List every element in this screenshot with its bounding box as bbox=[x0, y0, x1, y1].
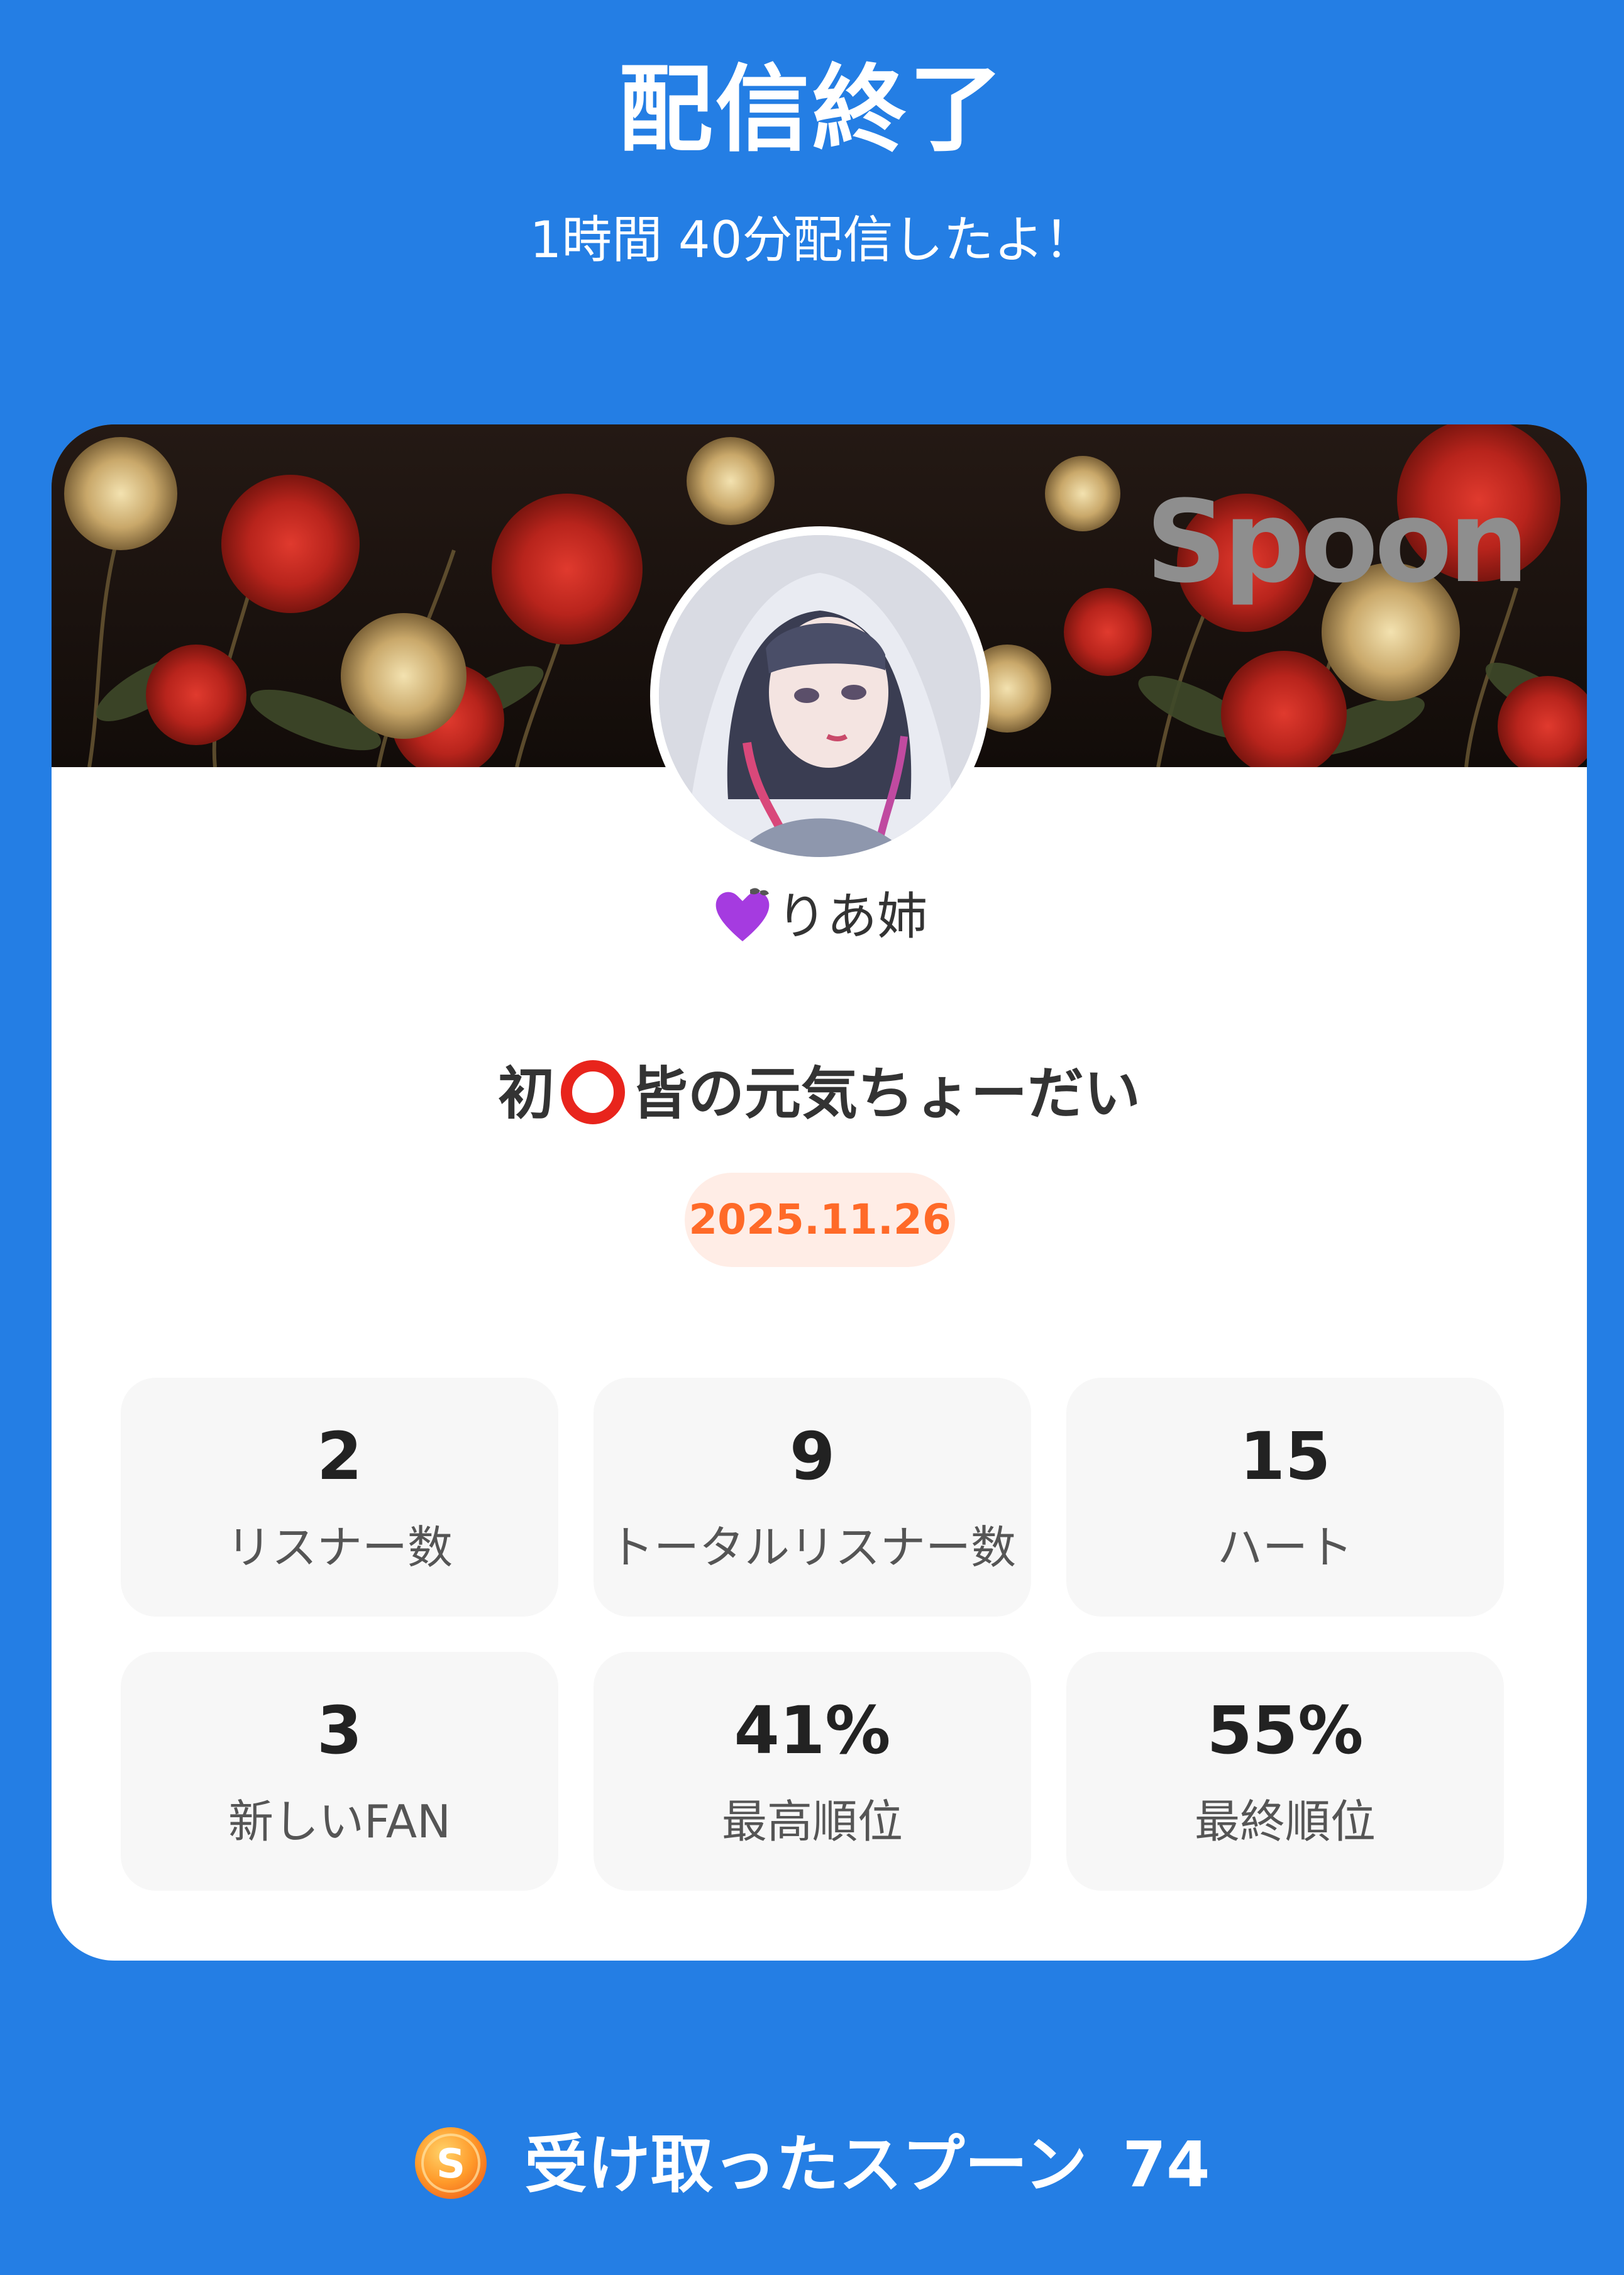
stat-value: 55% bbox=[1207, 1692, 1364, 1769]
stat-label: 新しいFAN bbox=[228, 1795, 451, 1848]
stat-value: 2 bbox=[316, 1418, 363, 1495]
stat-total-listeners: 9 トータルリスナー数 bbox=[594, 1378, 1031, 1617]
stat-hearts: 15 ハート bbox=[1066, 1378, 1504, 1617]
page-title: 配信終了 bbox=[618, 55, 1006, 165]
stat-value: 15 bbox=[1239, 1418, 1331, 1495]
received-spoons: S 受け取ったスプーン 74 bbox=[0, 2124, 1624, 2206]
purple-heart-ribbon-icon bbox=[715, 888, 770, 941]
date-badge: 2025.11.26 bbox=[685, 1173, 955, 1267]
username-text: りあ姉 bbox=[776, 887, 927, 946]
stat-new-fans: 3 新しいFAN bbox=[121, 1652, 558, 1891]
spoons-count: 74 bbox=[1122, 2128, 1210, 2201]
stat-value: 41% bbox=[734, 1692, 891, 1769]
spoon-logo: Spoon bbox=[1146, 477, 1529, 608]
broadcast-summary-card: Spoon りあ姉 初 皆の元気ちょーだい 2025.11.26 2 リスナー数… bbox=[52, 424, 1587, 1961]
stat-value: 9 bbox=[789, 1418, 836, 1495]
stat-label: リスナー数 bbox=[226, 1521, 453, 1574]
stat-label: 最高順位 bbox=[721, 1795, 903, 1848]
stat-value: 3 bbox=[316, 1692, 363, 1769]
stat-highest-rank: 41% 最高順位 bbox=[594, 1652, 1031, 1891]
username: りあ姉 bbox=[52, 882, 1587, 951]
avatar-image bbox=[659, 535, 981, 857]
broadcast-duration: 1時間 40分配信したよ！ bbox=[529, 211, 1095, 269]
stat-listeners: 2 リスナー数 bbox=[121, 1378, 558, 1617]
stream-title: 初 皆の元気ちょーだい bbox=[52, 1053, 1587, 1135]
avatar[interactable] bbox=[650, 526, 990, 866]
stream-title-suffix: 皆の元気ちょーだい bbox=[631, 1061, 1141, 1127]
svg-text:S: S bbox=[436, 2141, 465, 2188]
stat-label: ハート bbox=[1217, 1521, 1353, 1574]
spoon-coin-icon: S bbox=[415, 2127, 487, 2199]
stat-label: 最終順位 bbox=[1194, 1795, 1376, 1848]
red-circle-icon bbox=[561, 1060, 625, 1124]
stat-final-rank: 55% 最終順位 bbox=[1066, 1652, 1504, 1891]
spoons-label: 受け取ったスプーン bbox=[524, 2128, 1088, 2201]
stat-label: トータルリスナー数 bbox=[608, 1521, 1016, 1574]
stream-title-prefix: 初 bbox=[498, 1061, 555, 1127]
